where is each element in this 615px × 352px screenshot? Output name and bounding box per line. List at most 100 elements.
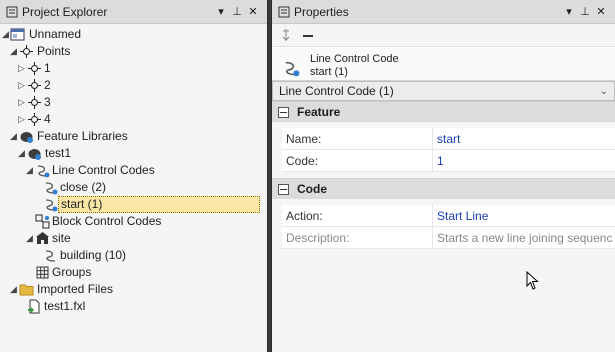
point-icon xyxy=(28,96,41,109)
tree-label-file: test1.fxl xyxy=(44,299,86,313)
collapse-box-icon[interactable] xyxy=(278,106,289,118)
tree-node-file[interactable]: test1.fxl xyxy=(0,298,267,315)
tree-label-point: 3 xyxy=(44,95,51,109)
project-icon xyxy=(10,28,25,41)
category-feature[interactable]: Feature xyxy=(272,101,615,122)
tree-label-point: 4 xyxy=(44,112,51,126)
project-explorer-titlebar: Project Explorer ▾ ⊥ ✕ xyxy=(0,0,267,24)
chevron-down-icon[interactable]: ⌄ xyxy=(600,86,608,97)
tree-label-project: Unnamed xyxy=(29,27,82,41)
property-row-code[interactable]: Code: 1 xyxy=(282,150,615,172)
tree-node-groups[interactable]: Groups xyxy=(0,264,267,281)
collapse-icon[interactable]: ◢ xyxy=(9,128,18,145)
tree-node-block-control-codes[interactable]: Block Control Codes xyxy=(0,213,267,230)
feature-library-icon xyxy=(20,132,33,143)
property-key: Code: xyxy=(282,150,433,171)
tree-node-library-test1[interactable]: ◢ test1 xyxy=(0,145,267,162)
line-control-code-icon xyxy=(37,165,50,178)
collapse-icon[interactable]: ◢ xyxy=(25,230,34,247)
properties-toolbar xyxy=(272,24,615,47)
property-key: Action: xyxy=(282,205,433,226)
tree-node-code-start-selected[interactable]: start (1) xyxy=(0,196,267,213)
tree-node-points[interactable]: ◢ Points xyxy=(0,43,267,60)
category-code[interactable]: Code xyxy=(272,178,615,199)
collapse-icon[interactable]: ◢ xyxy=(1,26,10,43)
tree-label-point: 1 xyxy=(44,61,51,75)
expand-icon[interactable]: ▷ xyxy=(17,60,26,77)
project-explorer-panel: Project Explorer ▾ ⊥ ✕ ◢ Unnamed ◢ Point… xyxy=(0,0,268,352)
category-label: Code xyxy=(297,182,327,196)
point-icon xyxy=(20,45,33,58)
mouse-cursor-icon xyxy=(526,271,539,290)
close-icon[interactable]: ✕ xyxy=(593,5,609,18)
line-control-code-icon xyxy=(285,61,300,77)
collapse-icon[interactable]: ◢ xyxy=(9,43,18,60)
folder-icon xyxy=(19,284,34,296)
properties-titlebar: Properties ▾ ⊥ ✕ xyxy=(272,0,615,24)
project-explorer-title: Project Explorer xyxy=(22,4,108,19)
properties-title: Properties xyxy=(294,4,349,19)
object-selector-dropdown[interactable]: Line Control Code (1) ⌄ xyxy=(272,81,615,101)
property-value[interactable]: 1 xyxy=(433,150,615,171)
tree-label-line-control-codes: Line Control Codes xyxy=(52,163,155,177)
tree-label-block-control-codes: Block Control Codes xyxy=(52,214,162,228)
tree-node-point[interactable]: ▷ 3 xyxy=(0,94,267,111)
collapse-icon[interactable]: ◢ xyxy=(25,162,34,179)
category-label: Feature xyxy=(297,105,341,119)
tree-label-imported-files: Imported Files xyxy=(37,282,114,296)
site-icon xyxy=(36,232,49,244)
expand-icon[interactable]: ▷ xyxy=(17,111,26,128)
property-row-description[interactable]: Description: Starts a new line joining s… xyxy=(282,227,615,249)
point-icon xyxy=(28,79,41,92)
property-value[interactable]: start xyxy=(433,128,615,149)
project-tree: ◢ Unnamed ◢ Points ▷ 1 ▷ 2 ▷ 3 ▷ 4 ◢ Fea… xyxy=(0,24,267,315)
line-control-code-icon xyxy=(45,199,58,212)
sort-categorized-icon[interactable] xyxy=(278,27,294,43)
object-type: Line Control Code xyxy=(310,53,399,65)
expand-icon[interactable]: ▷ xyxy=(17,77,26,94)
tree-label-points: Points xyxy=(37,44,71,58)
tree-label-feature-libraries: Feature Libraries xyxy=(37,129,128,143)
panel-menu-icon[interactable]: ▾ xyxy=(213,5,229,18)
collapse-all-icon[interactable] xyxy=(300,27,316,43)
pin-icon[interactable]: ⊥ xyxy=(577,5,593,18)
tree-node-site[interactable]: ◢ site xyxy=(0,230,267,247)
tree-node-point[interactable]: ▷ 1 xyxy=(0,60,267,77)
line-control-code-icon xyxy=(45,182,58,195)
panel-menu-icon[interactable]: ▾ xyxy=(561,5,577,18)
tree-label-point: 2 xyxy=(44,78,51,92)
tree-node-code-close[interactable]: close (2) xyxy=(0,179,267,196)
tree-label-code-start: start (1) xyxy=(58,196,260,213)
line-control-code-icon xyxy=(45,250,56,262)
tree-node-imported-files[interactable]: ◢ Imported Files xyxy=(0,281,267,298)
selected-object-header: Line Control Code start (1) xyxy=(272,47,615,81)
point-icon xyxy=(28,113,41,126)
property-value: Starts a new line joining sequenc xyxy=(437,230,613,245)
tree-label-site: site xyxy=(52,231,71,245)
collapse-icon[interactable]: ◢ xyxy=(9,281,18,298)
property-row-name[interactable]: Name: start xyxy=(282,128,615,150)
tree-node-feature-libraries[interactable]: ◢ Feature Libraries xyxy=(0,128,267,145)
library-icon xyxy=(28,149,41,160)
pin-icon[interactable]: ⊥ xyxy=(229,5,245,18)
close-icon[interactable]: ✕ xyxy=(245,5,261,18)
object-selector-value: Line Control Code (1) xyxy=(279,84,394,98)
property-value[interactable]: Start Line xyxy=(433,205,615,226)
file-icon xyxy=(28,299,40,314)
expand-icon[interactable]: ▷ xyxy=(17,94,26,111)
properties-panel: Properties ▾ ⊥ ✕ Line Control Code start… xyxy=(271,0,615,352)
object-name: start (1) xyxy=(310,66,348,78)
tree-node-point[interactable]: ▷ 2 xyxy=(0,77,267,94)
tree-node-point[interactable]: ▷ 4 xyxy=(0,111,267,128)
tree-node-code-building[interactable]: building (10) xyxy=(0,247,267,264)
property-row-action[interactable]: Action: Start Line xyxy=(282,205,615,227)
collapse-icon[interactable]: ◢ xyxy=(17,145,26,162)
tree-node-line-control-codes[interactable]: ◢ Line Control Codes xyxy=(0,162,267,179)
property-key: Name: xyxy=(282,128,433,149)
explorer-icon xyxy=(6,6,18,17)
tree-node-project[interactable]: ◢ Unnamed xyxy=(0,26,267,43)
groups-icon xyxy=(36,266,49,279)
point-icon xyxy=(28,62,41,75)
tree-label-groups: Groups xyxy=(52,265,92,279)
collapse-box-icon[interactable] xyxy=(278,183,289,195)
